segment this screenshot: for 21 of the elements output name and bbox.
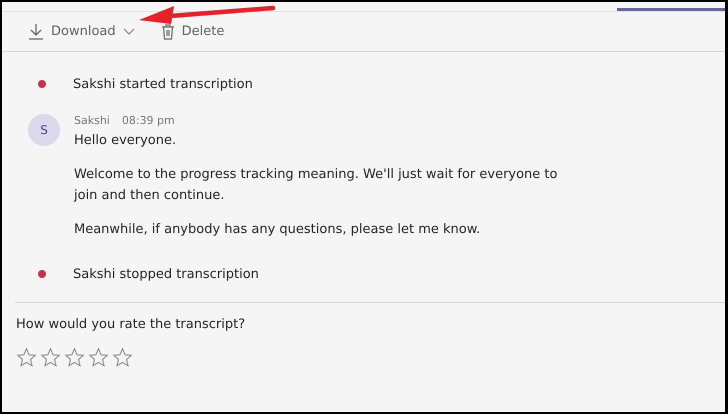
status-dot: [38, 270, 46, 278]
message-text: Meanwhile, if anybody has any questions, please let me know.: [74, 221, 482, 239]
delete-button[interactable]: Delete: [160, 24, 224, 40]
message-text: Hello everyone.: [74, 132, 178, 150]
chevron-icon: [122, 28, 135, 36]
star-icon[interactable]: [88, 347, 109, 368]
event-text: Sakshi started transcription: [73, 76, 253, 92]
star-icon[interactable]: [64, 347, 85, 368]
message-text: Welcome to the progress tracking meaning. We'll just wait for everyone to join and then continue.: [74, 166, 558, 205]
event-text: Sakshi stopped transcription: [73, 266, 259, 282]
trash-icon: [160, 24, 175, 40]
status-dot: [38, 80, 46, 88]
download-icon: [28, 23, 44, 40]
rating-question: How would you rate the transcript?: [16, 317, 246, 332]
download-button[interactable]: Download: [28, 23, 135, 40]
avatar: S: [28, 114, 60, 146]
star-icon[interactable]: [40, 347, 61, 368]
message-time: 08:39 pm: [122, 114, 175, 127]
star-icon[interactable]: [112, 347, 133, 368]
star-icon[interactable]: [16, 347, 37, 368]
author-name: Sakshi: [74, 114, 110, 127]
